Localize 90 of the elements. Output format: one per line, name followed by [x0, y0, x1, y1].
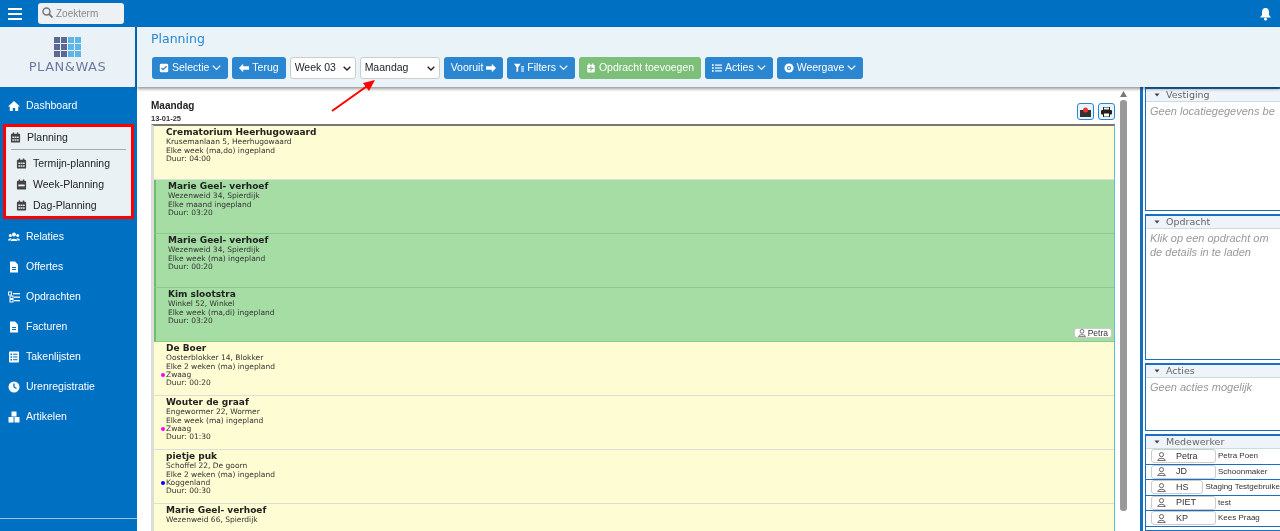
appointment-title: Kim slootstra [168, 289, 237, 300]
nav-item[interactable]: Artikelen [0, 402, 137, 432]
clock-icon [8, 381, 20, 393]
search-field[interactable]: Zoekterm [38, 3, 124, 24]
calendar-icon [10, 132, 21, 143]
nav-subitem[interactable]: Dag-Planning [6, 195, 131, 216]
nav-item[interactable]: Planning [6, 127, 131, 148]
panel-message: Geen locatiegegevens be [1149, 104, 1276, 119]
person-icon [1157, 467, 1166, 477]
toolbar-button[interactable]: Selectie [152, 56, 229, 79]
employee-name: test [1217, 496, 1231, 509]
appointment-title: Marie Geel- verhoef [168, 181, 270, 192]
panel-header[interactable]: Medewerker [1146, 436, 1280, 449]
employee-code-button[interactable]: JD [1151, 464, 1216, 479]
calendar-icon [16, 200, 27, 211]
panel-header[interactable]: Opdracht [1146, 216, 1280, 229]
person-icon [1157, 513, 1166, 523]
nav-item[interactable]: Relaties [0, 222, 137, 252]
map-button[interactable] [1077, 103, 1094, 121]
nav-item[interactable]: Urenregistratie [0, 372, 137, 402]
employee-name: Schoonmaker [1217, 465, 1268, 478]
employee-code-button[interactable]: KP [1151, 511, 1216, 526]
toolbar-button[interactable]: Vooruit [443, 56, 504, 79]
employee-code-button[interactable]: PIET [1151, 495, 1216, 510]
chevron-down-icon [756, 63, 766, 73]
appointment-title: Crematorium Heerhugowaard [166, 127, 318, 139]
document-icon [8, 321, 20, 333]
calendar-icon [16, 158, 27, 169]
print-button[interactable] [1098, 103, 1115, 121]
nav-item[interactable]: Takenlijsten [0, 342, 137, 372]
arrow-right-icon [486, 62, 497, 73]
nav-item[interactable]: Facturen [0, 312, 137, 342]
document-icon [8, 261, 20, 273]
filter-icon [514, 62, 525, 73]
scroll-up-icon[interactable] [1119, 91, 1127, 97]
chevron-down-icon [212, 63, 222, 73]
person-icon [1157, 498, 1166, 508]
toolbar-button[interactable]: Weergave [776, 56, 864, 79]
day-title: Maandag [151, 99, 195, 113]
person-icon [1157, 451, 1166, 461]
arrow-left-icon [239, 62, 250, 73]
list-icon [712, 62, 723, 73]
collapse-triangle-icon [1154, 368, 1160, 374]
dropdown-select[interactable]: Maandag [359, 56, 440, 79]
collapse-triangle-icon [1154, 92, 1160, 98]
panel-header[interactable]: Vestiging [1146, 89, 1280, 102]
print-icon [1101, 106, 1112, 117]
list-icon [8, 291, 20, 303]
checklist-icon [8, 351, 20, 363]
people-icon [8, 231, 20, 243]
page-title: Planning [151, 30, 206, 48]
employee-code-button[interactable]: Petra [1151, 449, 1216, 464]
appointment-title: pietje puk [166, 451, 218, 463]
person-icon [1157, 482, 1166, 492]
boxes-icon [8, 411, 20, 423]
dropdown-select[interactable]: Week 03 [289, 56, 356, 79]
employee-tag: Petra [1073, 327, 1112, 339]
toolbar-button[interactable]: Terug [232, 56, 286, 79]
logo-icon [53, 37, 82, 58]
chevron-down-icon [558, 63, 568, 73]
appointment-title: Marie Geel- verhoef [168, 235, 270, 246]
chevron-down-icon [847, 63, 857, 73]
employee-name: Kees Praag [1217, 512, 1260, 525]
nav-subitem[interactable]: Termijn-planning [6, 153, 131, 174]
appointment-title: De Boer [166, 343, 208, 354]
collapse-triangle-icon [1154, 439, 1160, 445]
panel-message: Klik op een opdracht om de details in te laden [1149, 231, 1270, 260]
collapse-triangle-icon [1154, 219, 1160, 225]
toolbar-button[interactable]: Filters [507, 56, 575, 79]
employee-code-button[interactable]: HS [1151, 480, 1204, 495]
logo-text: PLAN&WAS [28, 58, 107, 77]
calendar-icon [585, 62, 596, 73]
nav-item[interactable]: Opdrachten [0, 282, 137, 312]
panel-message: Geen acties mogelijk [1149, 380, 1254, 395]
employee-name: Staging Testgebruike [1204, 481, 1280, 494]
map-icon [1080, 106, 1091, 117]
person-icon [1077, 329, 1086, 338]
bell-icon[interactable] [1259, 6, 1272, 21]
home-icon [8, 100, 20, 112]
nav-item[interactable]: Offertes [0, 252, 137, 282]
appointment-title: Marie Geel- verhoef [166, 505, 268, 516]
nav-subitem[interactable]: Week-Planning [6, 174, 131, 195]
appointment-title: Wouter de graaf [166, 397, 249, 409]
panel-header[interactable]: Acties [1146, 365, 1280, 378]
employee-name: Petra Poen [1217, 450, 1259, 463]
checkbox-icon [159, 62, 169, 73]
nav-item[interactable]: Dashboard [0, 91, 137, 121]
toolbar-button[interactable]: Acties [705, 56, 773, 79]
menu-icon[interactable] [8, 7, 22, 20]
calendar-icon [16, 179, 27, 190]
